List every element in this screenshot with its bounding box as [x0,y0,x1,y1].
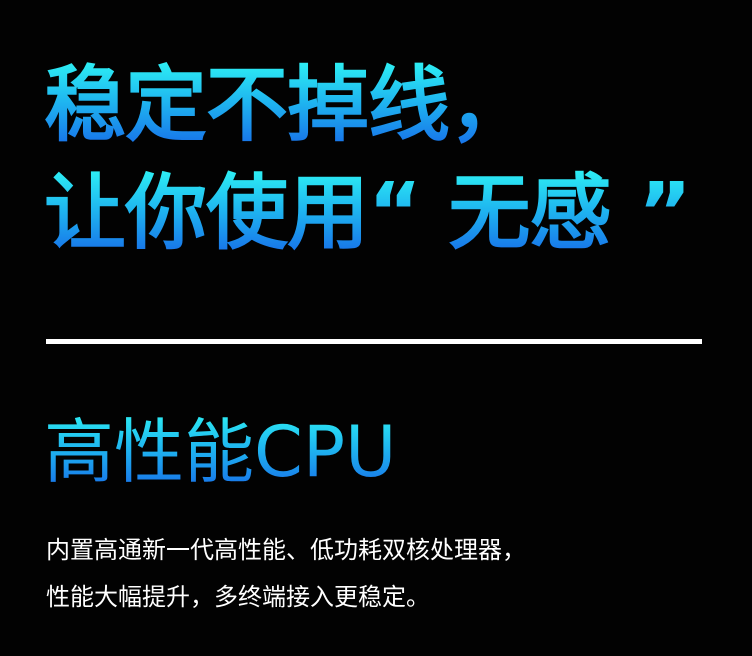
section-description-line-2: 性能大幅提升，多终端接入更稳定。 [46,583,430,611]
promo-panel: 稳定不掉线， 让你使用“ 无感 ” 高性能CPU 内置高通新一代高性能、低功耗双… [0,0,752,656]
headline-line-1: 稳定不掉线， [44,58,531,153]
headline-line-2: 让你使用“ 无感 ” [44,166,692,261]
section-divider [46,339,702,344]
section-title: 高性能CPU [44,411,397,493]
section-description-line-1: 内置高通新一代高性能、低功耗双核处理器， [46,536,526,564]
